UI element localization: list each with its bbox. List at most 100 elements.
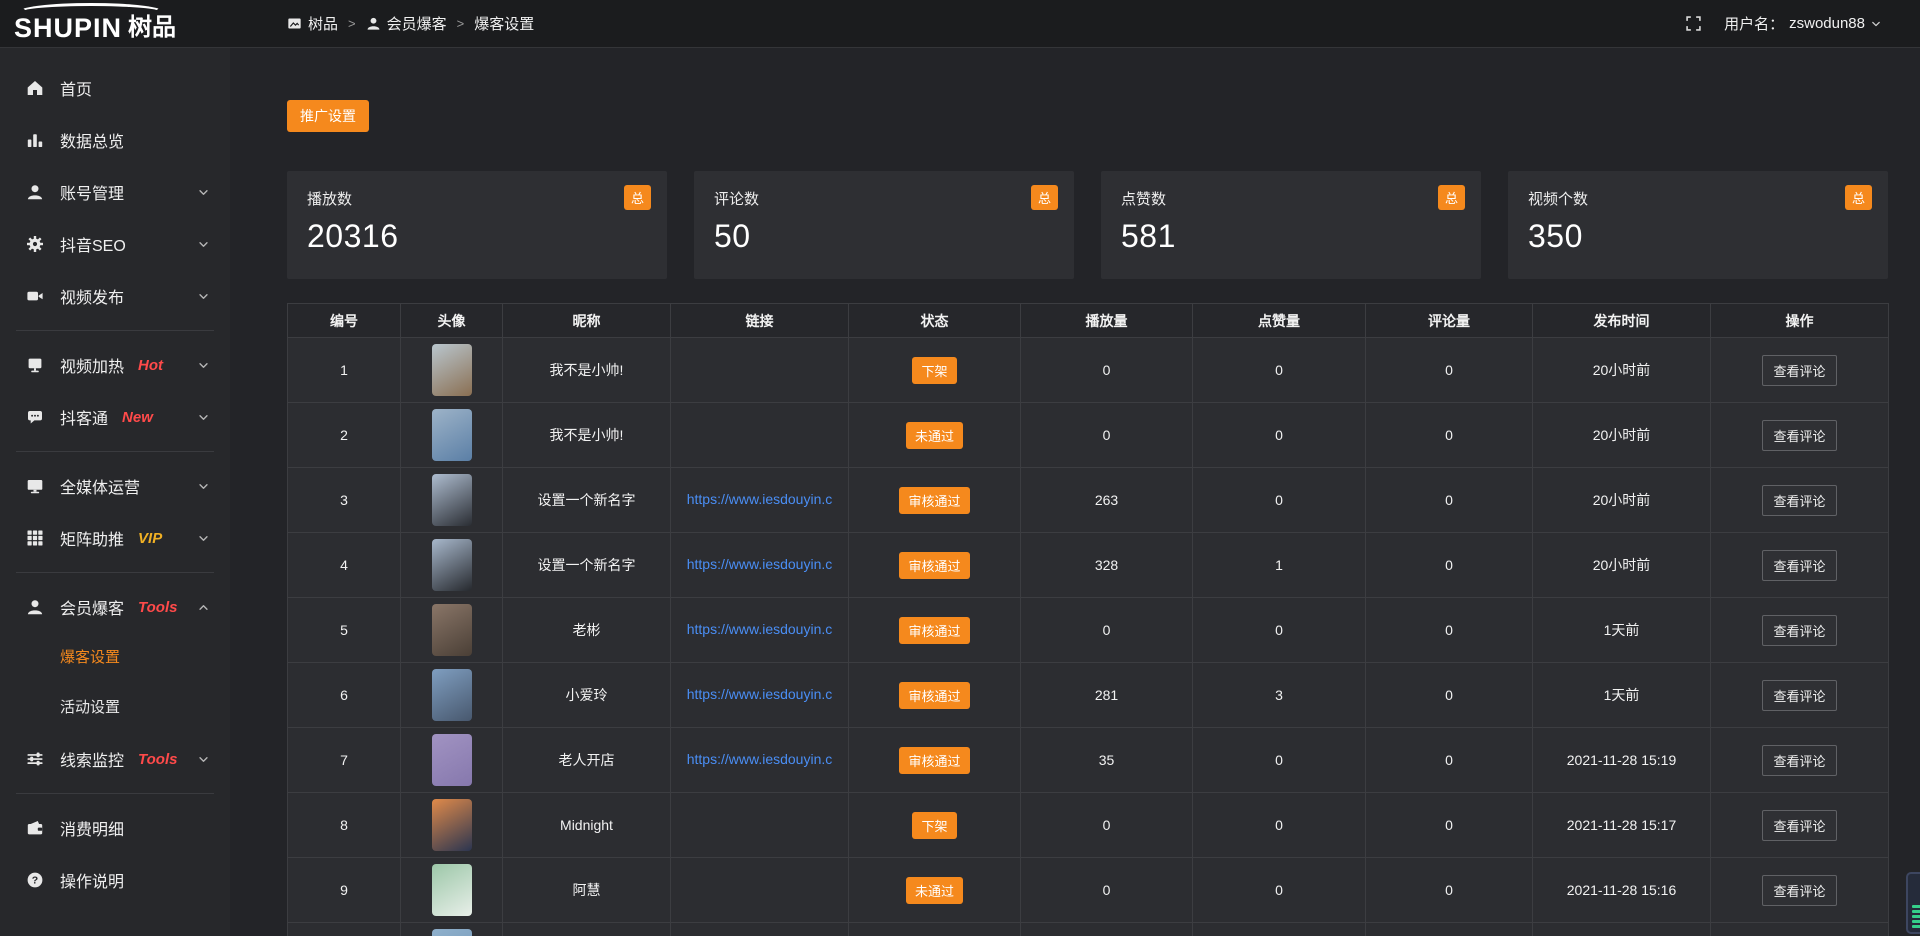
view-comments-button[interactable]: 查看评论: [1762, 875, 1836, 906]
sidebar-item-label: 抖音SEO: [60, 232, 126, 256]
cell-avatar: [401, 728, 503, 793]
chat-icon: [26, 408, 44, 426]
video-icon: [26, 287, 44, 305]
view-comments-button[interactable]: 查看评论: [1762, 680, 1836, 711]
user-menu[interactable]: 用户名： zswodun88: [1724, 13, 1882, 34]
view-comments-button[interactable]: 查看评论: [1762, 485, 1836, 516]
sidebar-item-label: 矩阵助推: [60, 526, 124, 550]
cell-avatar: [401, 923, 503, 936]
cell-avatar: [401, 338, 503, 403]
sidebar-item-首页[interactable]: 首页: [0, 62, 230, 114]
cell-comments: 0: [1366, 663, 1533, 728]
stat-card-value: 50: [714, 218, 1054, 255]
sidebar-subitem-爆客设置[interactable]: 爆客设置: [0, 633, 230, 683]
table-row: 2我不是小帅!未通过00020小时前查看评论: [288, 403, 1889, 468]
cell-id: 5: [288, 598, 401, 663]
video-link[interactable]: https://www.iesdouyin.c: [687, 491, 833, 507]
stat-card-label: 播放数: [307, 188, 647, 209]
video-link[interactable]: https://www.iesdouyin.c: [687, 686, 833, 702]
sidebar-divider: [16, 330, 214, 331]
view-comments-button[interactable]: 查看评论: [1762, 550, 1836, 581]
fullscreen-icon[interactable]: [1685, 15, 1702, 32]
status-badge: 下架: [912, 357, 956, 384]
stat-card-value: 581: [1121, 218, 1461, 255]
sidebar-item-操作说明[interactable]: ? 操作说明: [0, 854, 230, 906]
sidebar-item-消费明细[interactable]: 消费明细: [0, 802, 230, 854]
breadcrumb-item-shupin[interactable]: 树品: [287, 13, 338, 34]
sidebar-item-label: 抖客通: [60, 405, 108, 429]
home-icon: [26, 79, 44, 97]
stat-card-value: 350: [1528, 218, 1868, 255]
cell-nickname: Midnight: [503, 793, 671, 858]
total-badge: 总: [1845, 185, 1872, 210]
cell-publish-time: 1天前: [1533, 598, 1711, 663]
cell-plays: 35: [1021, 728, 1193, 793]
header-right: 用户名： zswodun88: [1685, 13, 1920, 34]
table-row: 9阿慧未通过0002021-11-28 15:16查看评论: [288, 858, 1889, 923]
cell-nickname: 我不是小帅!: [503, 403, 671, 468]
stat-cards: 播放数总20316评论数总50点赞数总581视频个数总350: [287, 171, 1888, 279]
cell-publish-time: 20小时前: [1533, 338, 1711, 403]
cell-nickname: 设置一个新名字: [503, 468, 671, 533]
sidebar-item-账号管理[interactable]: 账号管理: [0, 166, 230, 218]
chevron-down-icon: [197, 411, 210, 424]
breadcrumb-item-member[interactable]: 会员爆客: [366, 13, 447, 34]
avatar: [432, 669, 472, 721]
status-badge: 下架: [912, 812, 956, 839]
cell-likes: 0: [1193, 858, 1366, 923]
video-link[interactable]: https://www.iesdouyin.c: [687, 556, 833, 572]
view-comments-button[interactable]: 查看评论: [1762, 420, 1836, 451]
cell-id: 6: [288, 663, 401, 728]
sidebar-item-矩阵助推[interactable]: 矩阵助推VIP: [0, 512, 230, 564]
table-row: 7老人开店https://www.iesdouyin.c审核通过35002021…: [288, 728, 1889, 793]
status-badge: 未通过: [906, 877, 963, 904]
chevron-down-icon: [197, 753, 210, 766]
video-link[interactable]: https://www.iesdouyin.c: [687, 751, 833, 767]
cell-comments: 0: [1366, 338, 1533, 403]
sidebar-item-线索监控[interactable]: 线索监控Tools: [0, 733, 230, 785]
chevron-down-icon: [197, 290, 210, 303]
promo-settings-button[interactable]: 推广设置: [287, 100, 369, 132]
cell-action: 查看评论: [1711, 468, 1889, 533]
top-header: SHUPIN 树品 树品 > 会员爆客 > 爆客设置 用户名： zswodun8…: [0, 0, 1920, 48]
cell-action: 查看评论: [1711, 598, 1889, 663]
view-comments-button[interactable]: 查看评论: [1762, 745, 1836, 776]
sidebar-item-会员爆客[interactable]: 会员爆客Tools: [0, 581, 230, 633]
breadcrumb-item-current[interactable]: 爆客设置: [474, 13, 534, 34]
view-comments-button[interactable]: 查看评论: [1762, 810, 1836, 841]
cell-nickname: 设置一个新名字: [503, 533, 671, 598]
sidebar-item-视频发布[interactable]: 视频发布: [0, 270, 230, 322]
table-row: 1我不是小帅!下架00020小时前查看评论: [288, 338, 1889, 403]
sidebar-item-label: 全媒体运营: [60, 474, 140, 498]
sidebar-item-抖音SEO[interactable]: 抖音SEO: [0, 218, 230, 270]
cell-avatar: [401, 403, 503, 468]
help-icon: ?: [26, 871, 44, 889]
user-icon: [26, 598, 44, 616]
sidebar-item-label: 首页: [60, 76, 92, 100]
view-comments-button[interactable]: 查看评论: [1762, 615, 1836, 646]
cell-link: [671, 923, 849, 936]
main-content: 推广设置 播放数总20316评论数总50点赞数总581视频个数总350 编号头像…: [230, 48, 1920, 936]
sidebar-divider: [16, 793, 214, 794]
avatar: [432, 604, 472, 656]
cell-avatar: [401, 793, 503, 858]
cell-nickname: 我不是小帅!: [503, 338, 671, 403]
sidebar-item-全媒体运营[interactable]: 全媒体运营: [0, 460, 230, 512]
view-comments-button[interactable]: 查看评论: [1762, 355, 1836, 386]
cell-link: https://www.iesdouyin.c: [671, 533, 849, 598]
sidebar-item-数据总览[interactable]: 数据总览: [0, 114, 230, 166]
sidebar-subitem-活动设置[interactable]: 活动设置: [0, 683, 230, 733]
sidebar-item-label: 数据总览: [60, 128, 124, 152]
cell-link: [671, 403, 849, 468]
cell-action: 查看评论: [1711, 793, 1889, 858]
sidebar-item-视频加热[interactable]: 视频加热Hot: [0, 339, 230, 391]
column-header-昵称: 昵称: [503, 304, 671, 338]
cell-comments: 0: [1366, 728, 1533, 793]
sidebar-item-label: 操作说明: [60, 868, 124, 892]
video-link[interactable]: https://www.iesdouyin.c: [687, 621, 833, 637]
cell-comments: 0: [1366, 793, 1533, 858]
cell-plays: 263: [1021, 468, 1193, 533]
sidebar-item-抖客通[interactable]: 抖客通New: [0, 391, 230, 443]
sidebar-item-tag: Hot: [138, 357, 163, 374]
cell-link: https://www.iesdouyin.c: [671, 728, 849, 793]
